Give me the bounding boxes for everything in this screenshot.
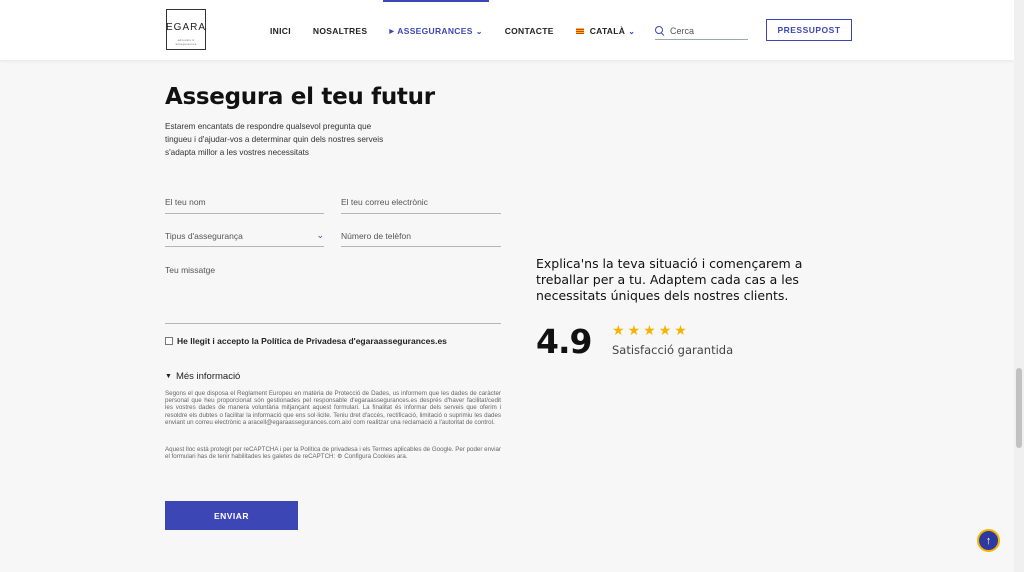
language-selector[interactable]: CATALÀ ⌄ [575, 24, 636, 38]
scrollbar-thumb[interactable] [1016, 368, 1022, 448]
main-nav: INICI NOSALTRES ▶ ASSEGURANCES ⌄ CONTACT… [270, 0, 657, 38]
more-info-label: Més informació [175, 371, 241, 382]
privacy-checkbox[interactable] [165, 337, 173, 345]
search-input[interactable] [670, 26, 740, 36]
nav-item-inici[interactable]: INICI [270, 24, 291, 38]
more-info-toggle[interactable]: ▼ Més informació [165, 371, 240, 382]
legal-notice: Segons el que disposa el Reglament Europ… [165, 390, 501, 426]
chevron-down-icon: ⌄ [316, 230, 324, 240]
nav-label: NOSALTRES [312, 26, 368, 36]
pitch-text: Explica'ns la teva situació i començarem… [536, 256, 803, 303]
nav-label: INICI [270, 26, 291, 36]
back-to-top-button[interactable]: ↑ [977, 529, 1000, 552]
phone-field[interactable]: Número de telèfon [341, 231, 501, 247]
submit-button[interactable]: ENVIAR [165, 501, 298, 530]
insurance-type-select[interactable]: Tipus d'assegurança ⌄ [165, 230, 324, 247]
privacy-consent-label: He llegit i accepto la Política de Priva… [177, 336, 447, 346]
email-field[interactable]: El teu correu electrònic [341, 197, 501, 214]
catalan-flag-icon [575, 28, 584, 34]
rating-caption: Satisfacció garantida [612, 343, 734, 357]
nav-label: ASSEGURANCES [397, 26, 473, 36]
caret-right-icon: ▶ [389, 28, 395, 35]
star-icon: ★ [658, 322, 672, 338]
star-icon: ★ [612, 322, 625, 338]
caret-down-icon: ▼ [165, 373, 172, 380]
search-icon[interactable] [655, 26, 665, 36]
site-header: EGARA advocats & assegurances INICI NOSA… [0, 0, 1014, 60]
rating-value: 4.9 [536, 322, 592, 361]
language-label: CATALÀ [589, 26, 626, 36]
name-field-label: El teu nom [165, 197, 206, 207]
logo[interactable]: EGARA advocats & assegurances [166, 9, 206, 50]
page: EGARA advocats & assegurances INICI NOSA… [0, 0, 1024, 572]
nav-item-assegurances[interactable]: ▶ ASSEGURANCES ⌄ [383, 0, 490, 38]
star-icon: ★ [627, 322, 641, 338]
logo-subtitle: advocats & assegurances [175, 38, 197, 46]
message-field-label: Teu missatge [165, 265, 216, 275]
intro-text: Estarem encantats de respondre qualsevol… [165, 122, 384, 157]
insurance-type-label: Tipus d'assegurança [165, 231, 243, 241]
phone-field-label: Número de telèfon [341, 231, 411, 241]
rating-stars: ★ ★ ★ ★ ★ [612, 322, 690, 338]
arrow-up-icon: ↑ [985, 534, 992, 547]
email-field-label: El teu correu electrònic [341, 197, 428, 207]
nav-item-contacte[interactable]: CONTACTE [505, 24, 554, 38]
page-title: Assegura el teu futur [165, 84, 435, 110]
chevron-down-icon: ⌄ [475, 26, 483, 36]
logo-text: EGARA [166, 22, 207, 33]
search-box [655, 23, 748, 40]
star-icon: ★ [674, 322, 687, 338]
scrollbar[interactable] [1014, 0, 1024, 572]
star-icon: ★ [643, 322, 656, 338]
nav-item-nosaltres[interactable]: NOSALTRES [313, 24, 368, 38]
chevron-down-icon: ⌄ [628, 26, 636, 36]
recaptcha-notice: Aquest lloc està protegit per reCAPTCHA … [165, 446, 501, 461]
name-field[interactable]: El teu nom [165, 197, 324, 214]
quote-button[interactable]: PRESSUPOST [766, 19, 852, 41]
privacy-consent: He llegit i accepto la Política de Priva… [165, 336, 447, 346]
message-field[interactable]: Teu missatge [165, 265, 501, 324]
nav-label: CONTACTE [504, 26, 554, 36]
